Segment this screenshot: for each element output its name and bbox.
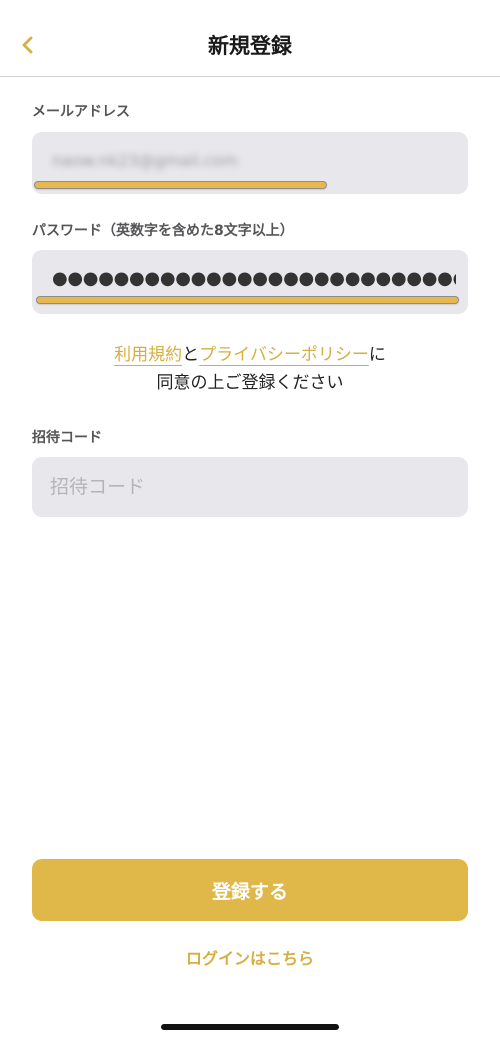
- consent-line-1: 利用規約とプライバシーポリシーに: [0, 341, 500, 369]
- terms-link[interactable]: 利用規約: [114, 345, 182, 365]
- password-label: パスワード（英数字を含めた8文字以上）: [32, 223, 294, 239]
- page-title: 新規登録: [208, 34, 292, 58]
- login-link[interactable]: ログインはこちら: [0, 947, 500, 971]
- privacy-policy-link[interactable]: プライバシーポリシー: [199, 345, 369, 365]
- home-indicator: [161, 1024, 339, 1030]
- email-field[interactable]: naow.nk23@gmail.com: [32, 132, 468, 194]
- invite-code-label: 招待コード: [32, 430, 102, 446]
- consent-suffix: に: [368, 345, 386, 365]
- password-field[interactable]: ●●●●●●●●●●●●●●●●●●●●●●●●●●●●●●●●●●…: [32, 250, 468, 314]
- email-value: naow.nk23@gmail.com: [52, 151, 238, 170]
- navigation-bar: 新規登録: [0, 0, 500, 77]
- consent-connector: と: [182, 345, 200, 365]
- register-button[interactable]: 登録する: [32, 859, 468, 921]
- consent-line-2: 同意の上ご登録ください: [156, 373, 344, 393]
- consent-text: 利用規約とプライバシーポリシーに 同意の上ご登録ください: [0, 341, 500, 397]
- invite-code-field: [32, 457, 468, 517]
- password-masked-value: ●●●●●●●●●●●●●●●●●●●●●●●●●●●●●●●●●●…: [52, 268, 456, 289]
- email-label: メールアドレス: [32, 104, 130, 120]
- autofill-highlight-bar: [37, 297, 458, 303]
- autofill-highlight-bar: [35, 182, 326, 188]
- invite-code-input[interactable]: [50, 457, 450, 517]
